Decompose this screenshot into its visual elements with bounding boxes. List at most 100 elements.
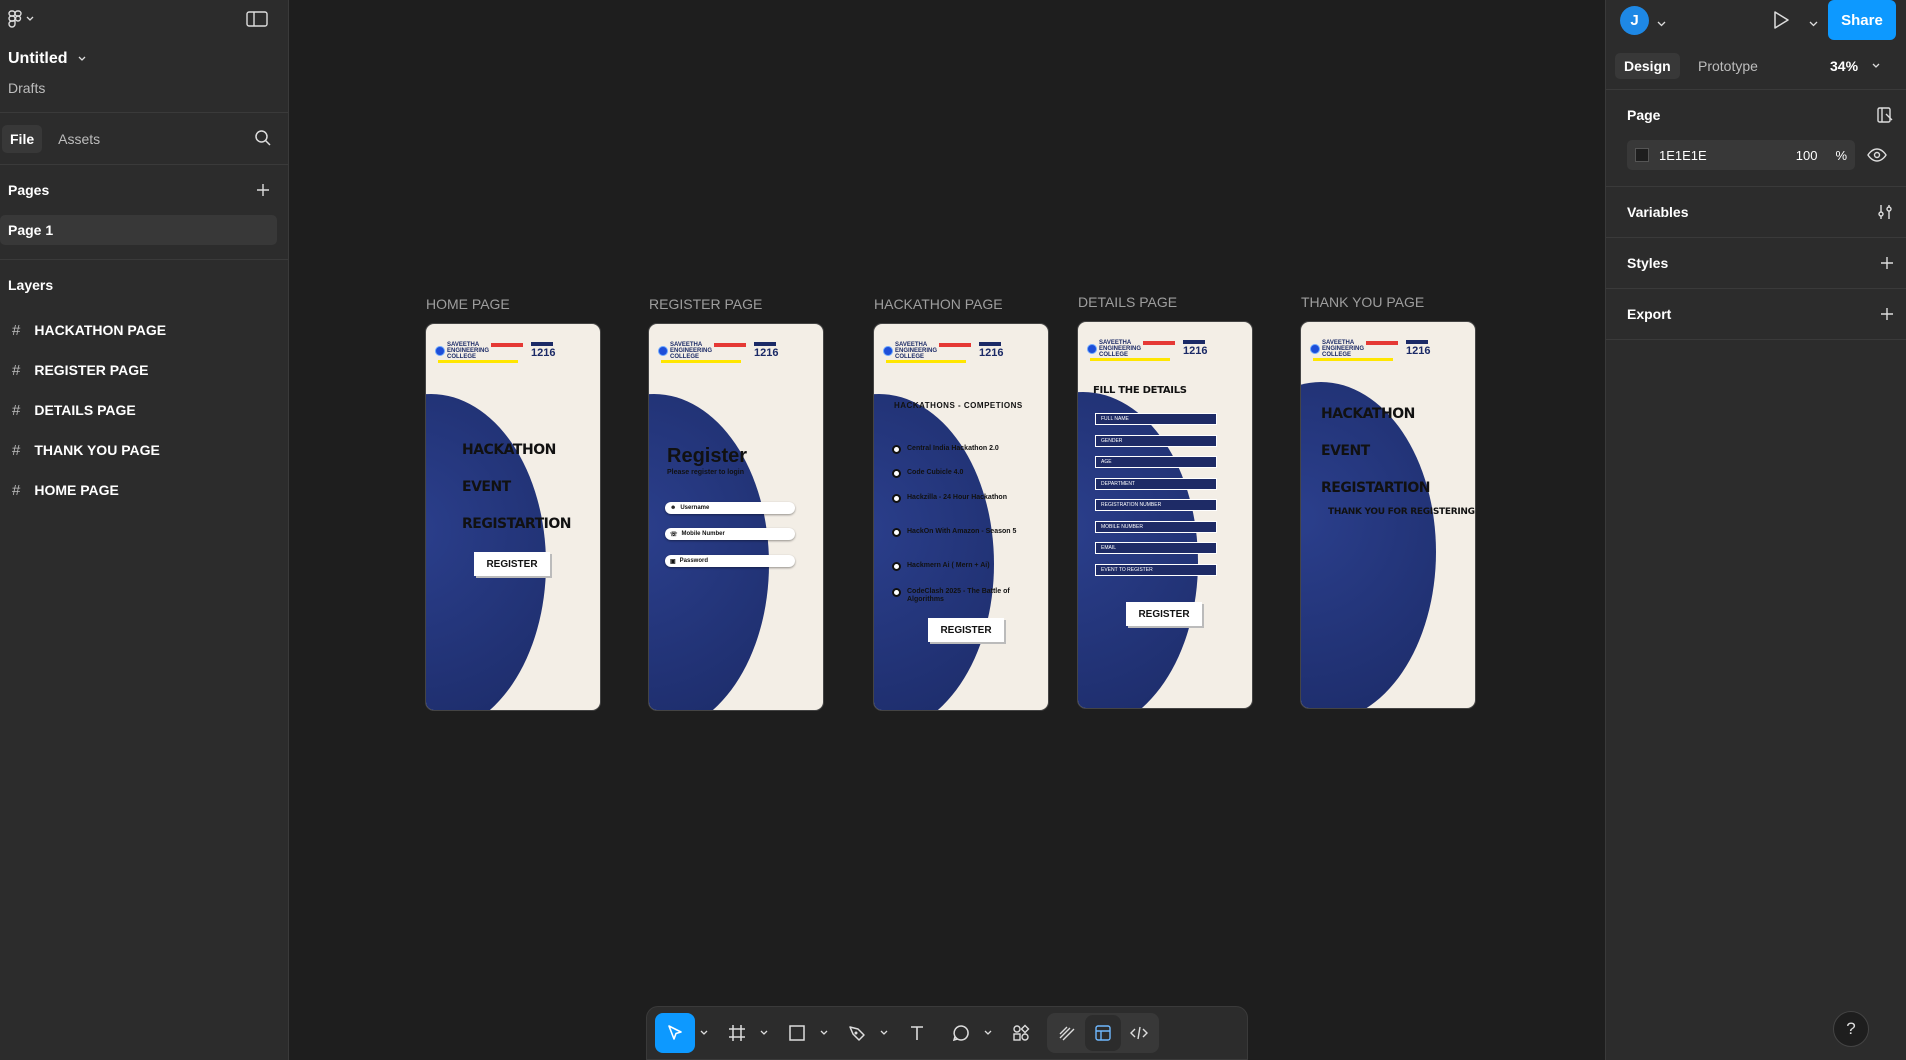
pen-icon bbox=[849, 1026, 865, 1041]
section-title: Page bbox=[1627, 107, 1661, 123]
hackathon-option[interactable]: Hackmern Ai ( Mern + Ai) bbox=[892, 562, 1032, 571]
department-field[interactable]: DEPARTMENT bbox=[1095, 478, 1217, 490]
frame-label-details[interactable]: DETAILS PAGE bbox=[1078, 294, 1177, 310]
search-button[interactable] bbox=[254, 129, 272, 152]
radio-icon bbox=[892, 588, 901, 597]
mobile-number-field[interactable]: MOBILE NUMBER bbox=[1095, 521, 1217, 533]
tab-assets[interactable]: Assets bbox=[50, 125, 108, 153]
user-icon: ☻ bbox=[670, 505, 677, 511]
hero-line: REGISTARTION bbox=[1321, 480, 1430, 496]
actions-button[interactable] bbox=[1003, 1013, 1039, 1053]
frame-thank-you-page[interactable]: SAVEETHA ENGINEERING COLLEGE 1216 HACKAT… bbox=[1301, 322, 1475, 708]
frame-label-home[interactable]: HOME PAGE bbox=[426, 296, 510, 312]
username-field[interactable]: ☻ Username bbox=[665, 502, 795, 514]
pen-tool-dropdown[interactable] bbox=[875, 1030, 893, 1036]
tab-design[interactable]: Design bbox=[1615, 53, 1680, 79]
help-button[interactable]: ? bbox=[1833, 1011, 1869, 1047]
layer-register-page[interactable]: # REGISTER PAGE bbox=[0, 350, 288, 390]
frame-tool-button[interactable] bbox=[719, 1013, 755, 1053]
rectangle-icon bbox=[789, 1025, 805, 1041]
zoom-control[interactable]: 34% bbox=[1830, 58, 1880, 74]
hero-line: REGISTARTION bbox=[462, 516, 571, 532]
shape-tool-dropdown[interactable] bbox=[815, 1030, 833, 1036]
hackathon-option[interactable]: CodeClash 2025 - The Battle of Algorithm… bbox=[892, 588, 1032, 604]
text-tool-button[interactable] bbox=[899, 1013, 935, 1053]
add-page-icon[interactable] bbox=[256, 183, 270, 197]
frame-label-thank-you[interactable]: THANK YOU PAGE bbox=[1301, 294, 1424, 310]
color-swatch[interactable] bbox=[1635, 148, 1649, 162]
toggle-sidebar-button[interactable] bbox=[246, 10, 268, 33]
canvas[interactable]: HOME PAGE SAVEETHA ENGINEERING COLLEGE 1… bbox=[289, 0, 1605, 1060]
dev-mode-button[interactable] bbox=[1121, 1015, 1157, 1051]
page-item-page-1[interactable]: Page 1 bbox=[0, 215, 277, 245]
option-label: Hackmern Ai ( Mern + Ai) bbox=[907, 562, 990, 569]
avatar-dropdown[interactable] bbox=[1657, 14, 1666, 32]
hackathon-option[interactable]: Hackzilla - 24 Hour Hackathon bbox=[892, 494, 1032, 503]
tab-prototype[interactable]: Prototype bbox=[1689, 53, 1767, 79]
register-button[interactable]: REGISTER bbox=[928, 618, 1004, 642]
play-icon bbox=[1774, 11, 1789, 29]
layer-details-page[interactable]: # DETAILS PAGE bbox=[0, 390, 288, 430]
hackathon-option[interactable]: Code Cubicle 4.0 bbox=[892, 469, 1032, 478]
hackathon-option[interactable]: HackOn With Amazon - Season 5 bbox=[892, 528, 1032, 537]
event-to-register-field[interactable]: EVENT TO REGISTER bbox=[1095, 564, 1217, 576]
main-menu-button[interactable] bbox=[8, 10, 34, 28]
tab-file[interactable]: File bbox=[2, 124, 43, 153]
frame-tool-dropdown[interactable] bbox=[755, 1030, 773, 1036]
opacity-field[interactable]: 100% bbox=[1796, 148, 1847, 163]
password-field[interactable]: ▣ Password bbox=[665, 555, 795, 567]
register-button[interactable]: REGISTER bbox=[1126, 602, 1202, 626]
logo-mark bbox=[1406, 340, 1428, 344]
rectangle-tool-button[interactable] bbox=[779, 1013, 815, 1053]
draw-mode-button[interactable] bbox=[1049, 1015, 1085, 1051]
frame-hackathon-page[interactable]: SAVEETHA ENGINEERING COLLEGE 1216 HACKAT… bbox=[874, 324, 1048, 710]
hero-line: EVENT bbox=[1321, 443, 1370, 459]
variables-header[interactable]: Variables bbox=[1606, 187, 1906, 237]
hackathon-option[interactable]: Central India Hackathon 2.0 bbox=[892, 445, 1032, 454]
register-button[interactable]: REGISTER bbox=[474, 552, 550, 576]
comment-tool-dropdown[interactable] bbox=[979, 1030, 997, 1036]
page-settings-icon[interactable] bbox=[1876, 106, 1894, 124]
add-export-icon[interactable] bbox=[1880, 307, 1894, 321]
email-field[interactable]: EMAIL bbox=[1095, 542, 1217, 554]
eye-icon[interactable] bbox=[1867, 148, 1887, 162]
file-location[interactable]: Drafts bbox=[8, 80, 45, 96]
share-button[interactable]: Share bbox=[1828, 0, 1896, 40]
logo-mark bbox=[1090, 358, 1170, 361]
details-title: FILL THE DETAILS bbox=[1093, 385, 1187, 396]
full-name-field[interactable]: FULL NAME bbox=[1095, 413, 1217, 425]
mobile-number-field[interactable]: ☏ Mobile Number bbox=[665, 528, 795, 540]
frame-register-page[interactable]: SAVEETHA ENGINEERING COLLEGE 1216 Regist… bbox=[649, 324, 823, 710]
frame-label-register[interactable]: REGISTER PAGE bbox=[649, 296, 762, 312]
hero-text: HACKATHON EVENT REGISTARTION bbox=[462, 432, 571, 543]
layer-label: REGISTER PAGE bbox=[34, 362, 149, 378]
logo-mark bbox=[661, 360, 741, 363]
layer-label: HACKATHON PAGE bbox=[34, 322, 167, 338]
pen-tool-button[interactable] bbox=[839, 1013, 875, 1053]
registration-number-field[interactable]: REGISTRATION NUMBER bbox=[1095, 499, 1217, 511]
gender-field[interactable]: GENDER bbox=[1095, 435, 1217, 447]
user-avatar[interactable]: J bbox=[1620, 6, 1649, 35]
college-code: 1216 bbox=[1183, 345, 1208, 357]
design-mode-button[interactable] bbox=[1085, 1015, 1121, 1051]
present-dropdown[interactable] bbox=[1809, 14, 1818, 32]
page-color-field[interactable]: 1E1E1E 100% bbox=[1627, 140, 1855, 170]
logo-mark bbox=[1143, 341, 1175, 345]
layer-home-page[interactable]: # HOME PAGE bbox=[0, 470, 288, 510]
comment-tool-button[interactable] bbox=[943, 1013, 979, 1053]
present-button[interactable] bbox=[1772, 10, 1790, 35]
color-hex[interactable]: 1E1E1E bbox=[1659, 148, 1707, 163]
move-tool-dropdown[interactable] bbox=[695, 1030, 713, 1036]
file-title[interactable]: Untitled bbox=[8, 50, 86, 68]
frame-label-hackathon[interactable]: HACKATHON PAGE bbox=[874, 296, 1003, 312]
layer-thank-you-page[interactable]: # THANK YOU PAGE bbox=[0, 430, 288, 470]
layer-hackathon-page[interactable]: # HACKATHON PAGE bbox=[0, 310, 288, 350]
frame-details-page[interactable]: SAVEETHA ENGINEERING COLLEGE 1216 FILL T… bbox=[1078, 322, 1252, 708]
chevron-down-icon bbox=[78, 56, 86, 61]
frame-home-page[interactable]: SAVEETHA ENGINEERING COLLEGE 1216 HACKAT… bbox=[426, 324, 600, 710]
add-style-icon[interactable] bbox=[1880, 256, 1894, 270]
sliders-icon[interactable] bbox=[1876, 203, 1894, 221]
age-field[interactable]: AGE bbox=[1095, 456, 1217, 468]
move-tool-button[interactable] bbox=[655, 1013, 695, 1053]
export-header: Export bbox=[1606, 289, 1906, 339]
